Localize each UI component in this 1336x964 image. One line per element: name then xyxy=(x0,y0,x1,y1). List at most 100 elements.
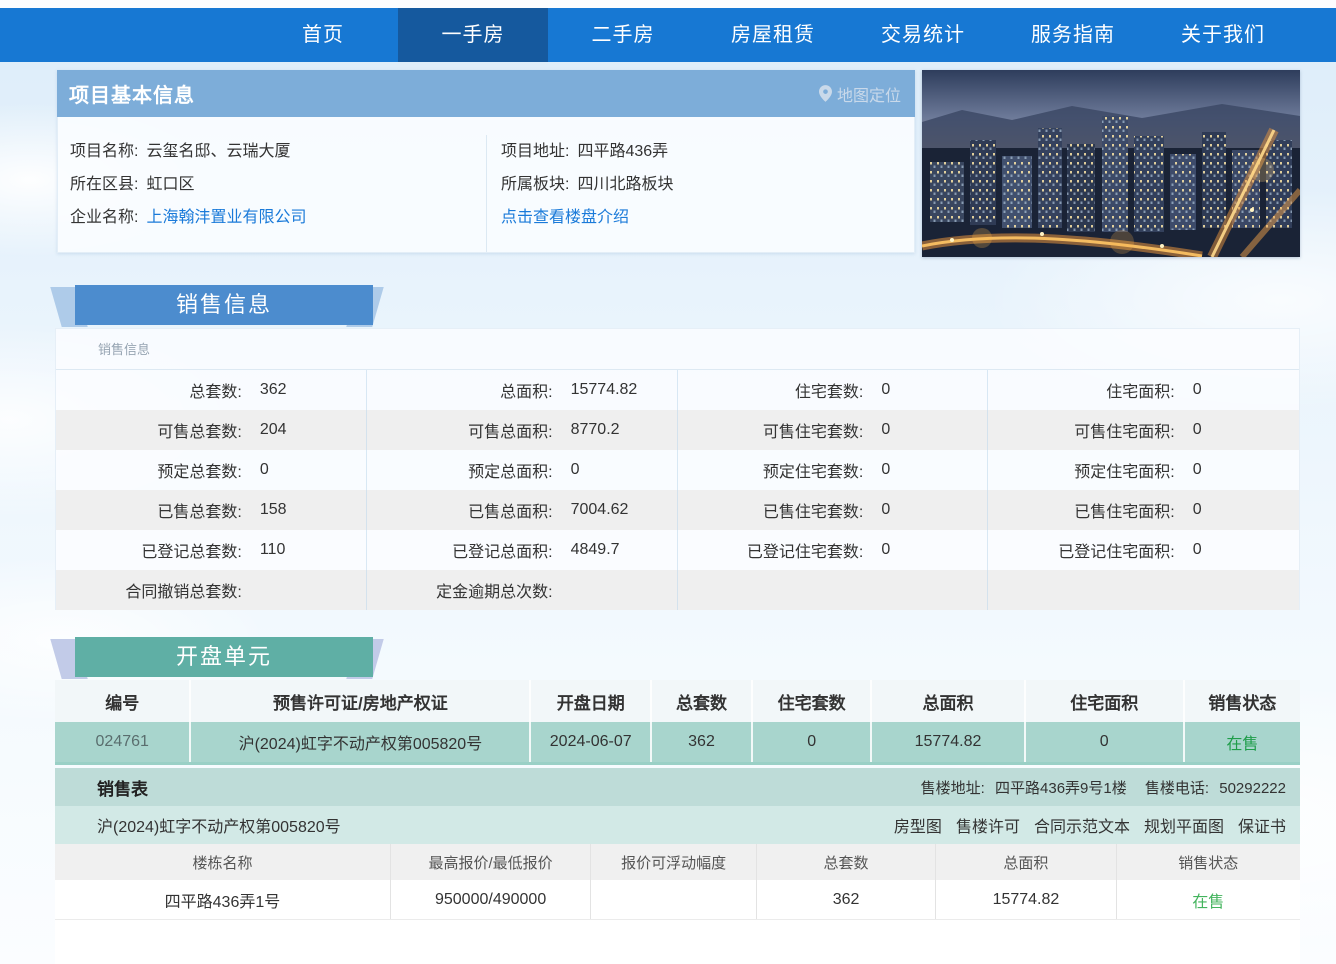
map-locate-link[interactable]: 地图定位 xyxy=(819,82,901,106)
stat-cell: 住宅面积:0 xyxy=(988,370,1299,410)
district-row: 所在区县:虹口区 xyxy=(70,168,486,201)
planning-map-link[interactable]: 规划平面图 xyxy=(1144,813,1224,837)
column-header: 最高报价/最低报价 xyxy=(390,844,590,880)
permit-number: 沪(2024)虹字不动产权第005820号 xyxy=(55,813,894,837)
field-value: 云玺名邸、云瑞大厦 xyxy=(146,143,290,160)
column-header: 预售许可证/房地产权证 xyxy=(189,680,529,722)
plate-row: 所属板块: 四川北路板块 xyxy=(501,168,914,201)
company-link[interactable]: 上海翰沣置业有限公司 xyxy=(146,209,306,226)
sales-info-subtitle: 销售信息 xyxy=(56,329,1299,370)
residential-area-cell: 0 xyxy=(1024,722,1183,762)
nav-item-new-houses[interactable]: 一手房 xyxy=(398,8,548,62)
price-range-cell: 950000/490000 xyxy=(390,880,590,919)
stat-label: 已登记住宅套数: xyxy=(678,538,864,562)
stat-label: 总套数: xyxy=(56,378,242,402)
building-name-cell: 四平路436弄1号 xyxy=(55,880,390,919)
total-units-cell: 362 xyxy=(756,880,935,919)
total-area-cell: 15774.82 xyxy=(935,880,1116,919)
field-value: 四川北路板块 xyxy=(577,176,673,193)
section-title-project-info: 项目基本信息 xyxy=(69,79,819,108)
company-row: 企业名称: 上海翰沣置业有限公司 xyxy=(70,201,486,234)
stat-label: 已售住宅套数: xyxy=(678,498,864,522)
stat-value: 362 xyxy=(260,381,287,399)
stat-label: 预定住宅套数: xyxy=(678,458,864,482)
opening-unit-row[interactable]: 024761 沪(2024)虹字不动产权第005820号 2024-06-07 … xyxy=(55,722,1300,762)
phone-label: 售楼电话: xyxy=(1145,780,1209,797)
column-header: 住宅套数 xyxy=(751,680,871,722)
sales-permit-link[interactable]: 售楼许可 xyxy=(956,813,1020,837)
cityscape-image xyxy=(922,70,1300,257)
stat-value: 204 xyxy=(260,421,287,439)
project-intro-link[interactable]: 点击查看楼盘介绍 xyxy=(501,209,629,226)
address-label: 售楼地址: xyxy=(921,780,985,797)
stat-cell: 总面积:15774.82 xyxy=(367,370,678,410)
stat-value: 0 xyxy=(1193,461,1202,479)
stat-cell: 可售住宅套数:0 xyxy=(678,410,989,450)
section-title-sales-info: 销售信息 xyxy=(75,285,373,325)
building-table-header-row: 楼栋名称 最高报价/最低报价 报价可浮动幅度 总套数 总面积 销售状态 xyxy=(55,844,1300,880)
permit-cell: 沪(2024)虹字不动产权第005820号 xyxy=(189,722,529,762)
stat-value: 0 xyxy=(881,541,890,559)
intro-link-row: 点击查看楼盘介绍 xyxy=(501,201,914,234)
column-header: 楼栋名称 xyxy=(55,844,390,880)
stat-value: 8770.2 xyxy=(571,421,620,439)
nav-item-about-us[interactable]: 关于我们 xyxy=(1148,8,1298,62)
field-label: 项目名称: xyxy=(70,143,138,160)
stat-label: 可售总套数: xyxy=(56,418,242,442)
stat-cell xyxy=(988,570,1299,610)
section-title-opening-units: 开盘单元 xyxy=(75,637,373,677)
nav-item-service-guide[interactable]: 服务指南 xyxy=(998,8,1148,62)
stat-label: 已售总面积: xyxy=(367,498,553,522)
sales-office-contact: 售楼地址: 四平路436弄9号1楼 售楼电话: 50292222 xyxy=(921,777,1300,798)
nav-item-statistics[interactable]: 交易统计 xyxy=(848,8,998,62)
nav-item-rental[interactable]: 房屋租赁 xyxy=(698,8,848,62)
stat-label: 已登记总面积: xyxy=(367,538,553,562)
project-info-body: 项目名称:云玺名邸、云瑞大厦 所在区县:虹口区 企业名称:上海翰沣置业有限公司 … xyxy=(57,117,915,253)
column-header: 总面积 xyxy=(935,844,1116,880)
stat-cell xyxy=(678,570,989,610)
guarantee-link[interactable]: 保证书 xyxy=(1238,813,1286,837)
stat-value: 15774.82 xyxy=(571,381,638,399)
stat-value: 7004.62 xyxy=(571,501,629,519)
project-info-left-column: 项目名称: 云玺名邸、云瑞大厦 所在区县:虹口区 企业名称: 上海翰沣置业有限公司 xyxy=(58,135,486,252)
stat-label: 定金逾期总次数: xyxy=(367,578,553,602)
column-header: 销售状态 xyxy=(1183,680,1300,722)
project-info-panel: 项目基本信息 地图定位 项目名称: 云玺名邸、云瑞大厦 所在区县:虹口区 企业名称… xyxy=(57,70,915,253)
status-badge: 在售 xyxy=(1116,880,1300,919)
stat-label: 已登记总套数: xyxy=(56,538,242,562)
sales-info-row: 已登记总套数:110 已登记总面积:4849.7 已登记住宅套数:0 已登记住宅… xyxy=(56,530,1299,570)
stat-label: 已登记住宅面积: xyxy=(988,538,1174,562)
permit-band: 沪(2024)虹字不动产权第005820号 房型图 售楼许可 合同示范文本 规划… xyxy=(55,806,1300,844)
floor-plan-link[interactable]: 房型图 xyxy=(894,813,942,837)
stat-cell: 可售总套数: 204 xyxy=(56,410,367,450)
stat-label: 合同撤销总套数: xyxy=(56,578,242,602)
total-units-cell: 362 xyxy=(650,722,751,762)
stat-label: 已售总套数: xyxy=(56,498,242,522)
nav-item-home[interactable]: 首页 xyxy=(248,8,398,62)
stat-cell: 已登记住宅套数: 0 xyxy=(678,530,989,570)
address-value: 四平路436弄9号1楼 xyxy=(995,780,1127,797)
sales-info-panel: 销售信息 总套数:362 总面积:15774.82 住宅套数:0 住宅面积:0 … xyxy=(55,328,1300,610)
field-label: 项目地址: xyxy=(501,143,569,160)
opening-date-cell: 2024-06-07 xyxy=(529,722,650,762)
contract-template-link[interactable]: 合同示范文本 xyxy=(1034,813,1130,837)
field-label: 所属板块: xyxy=(501,176,569,193)
nav-item-second-hand[interactable]: 二手房 xyxy=(548,8,698,62)
stat-label: 可售总面积: xyxy=(367,418,553,442)
stat-cell: 预定总面积:0 xyxy=(367,450,678,490)
stat-label: 可售住宅面积: xyxy=(988,418,1174,442)
page: 首页 一手房 二手房 房屋租赁 交易统计 服务指南 关于我们 项目基本信息 地图… xyxy=(0,0,1336,964)
column-header: 开盘日期 xyxy=(529,680,650,722)
field-value: 四平路436弄 xyxy=(577,143,668,160)
stat-cell: 可售总面积: 8770.2 xyxy=(367,410,678,450)
stat-cell: 已售总套数:158 xyxy=(56,490,367,530)
column-header: 编号 xyxy=(55,680,189,722)
building-row[interactable]: 四平路436弄1号 950000/490000 362 15774.82 在售 xyxy=(55,880,1300,920)
stat-value: 0 xyxy=(1193,541,1202,559)
opening-units-header-row: 编号 预售许可证/房地产权证 开盘日期 总套数 住宅套数 总面积 住宅面积 销售… xyxy=(55,680,1300,722)
field-label: 企业名称: xyxy=(70,209,138,226)
stat-cell: 预定住宅套数:0 xyxy=(678,450,989,490)
stat-cell: 已登记总套数:110 xyxy=(56,530,367,570)
column-header: 报价可浮动幅度 xyxy=(590,844,756,880)
sales-table-title: 销售表 xyxy=(55,775,921,800)
